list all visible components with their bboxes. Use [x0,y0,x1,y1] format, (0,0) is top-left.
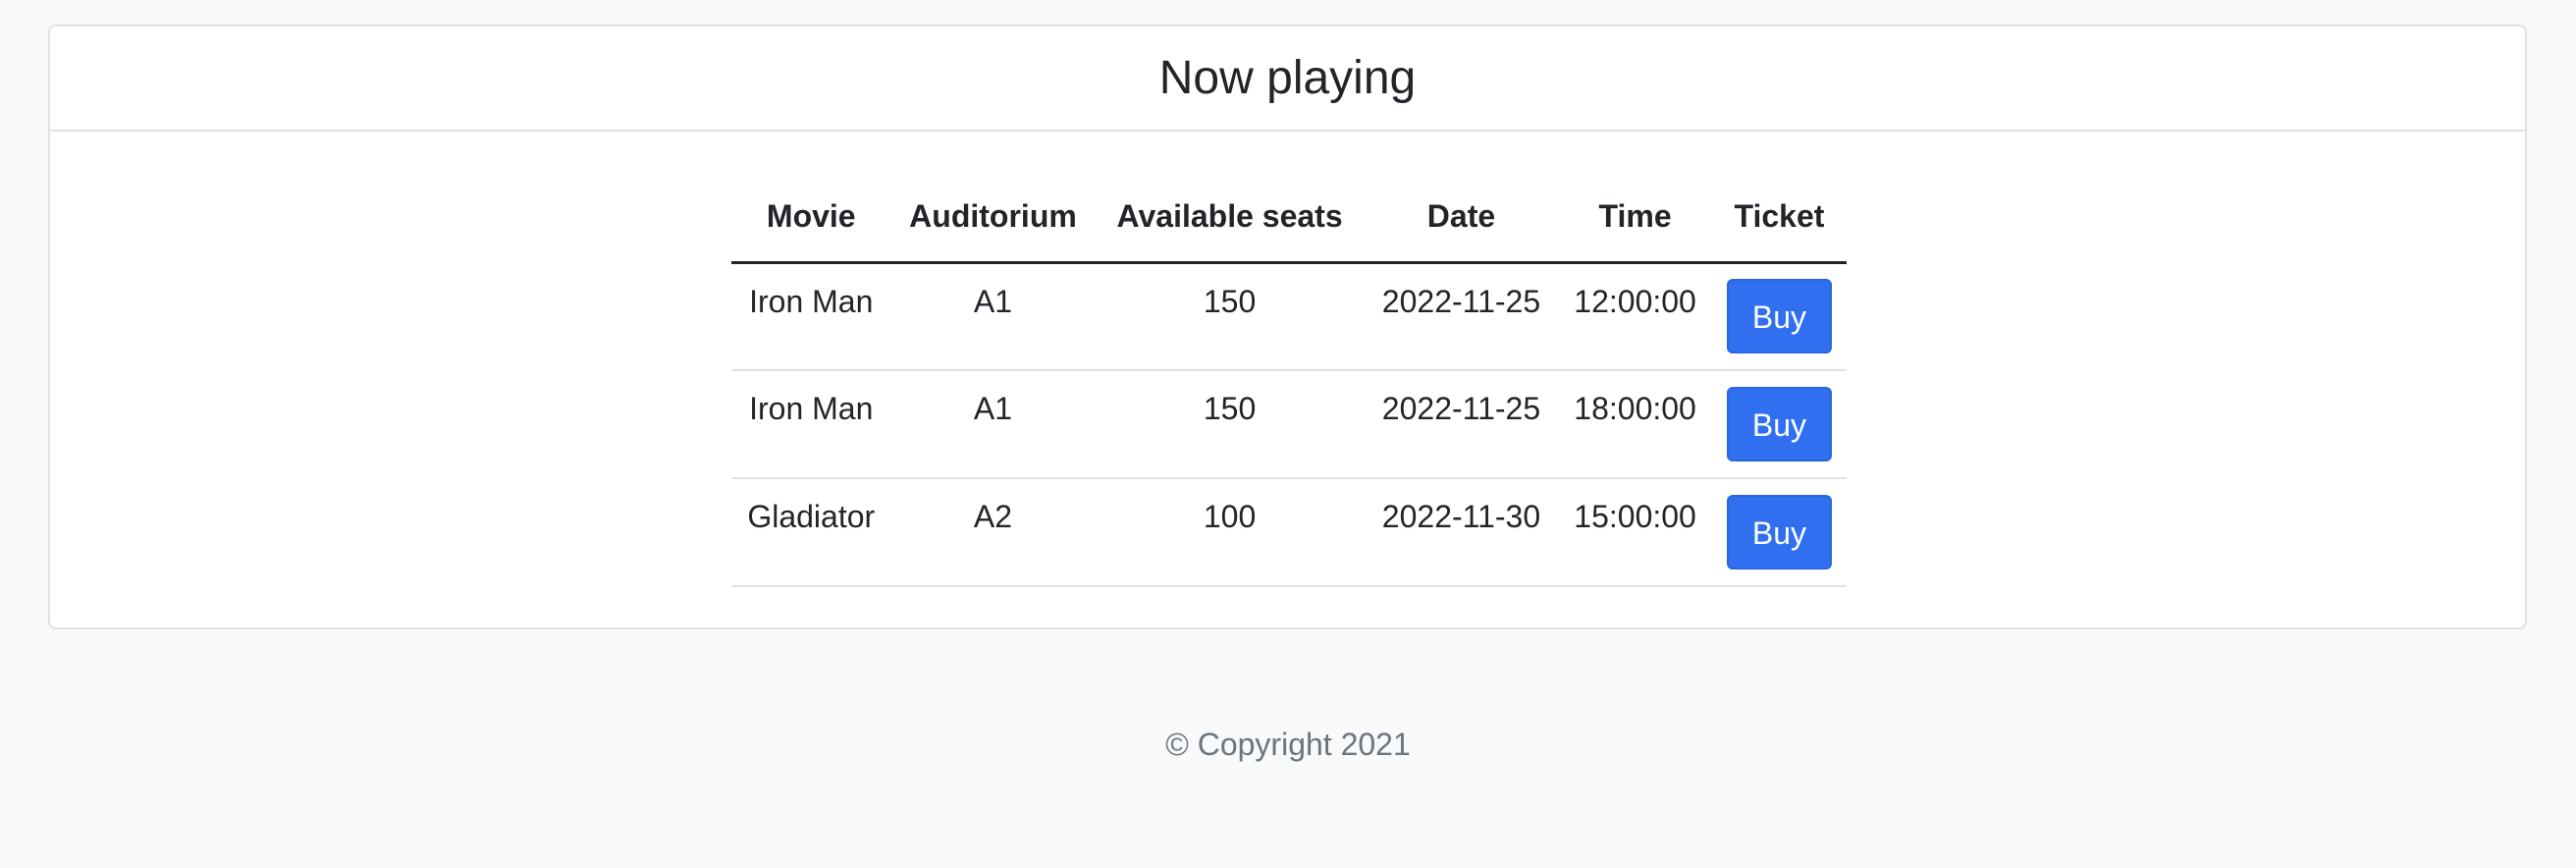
cell-ticket: Buy [1711,370,1847,479]
cell-date: 2022-11-30 [1364,478,1559,587]
buy-button[interactable]: Buy [1726,387,1832,461]
buy-button[interactable]: Buy [1726,495,1832,570]
cell-movie: Iron Man [731,262,891,371]
showtimes-table-wrapper: Movie Auditorium Available seats Date Ti… [731,172,1847,587]
cell-time: 15:00:00 [1558,478,1712,587]
buy-button[interactable]: Buy [1726,279,1832,354]
cell-available-seats: 150 [1095,262,1365,371]
cell-ticket: Buy [1711,262,1847,371]
cell-movie: Gladiator [731,478,891,587]
cell-available-seats: 100 [1095,478,1365,587]
table-body: Iron Man A1 150 2022-11-25 12:00:00 Buy … [731,262,1847,587]
cell-auditorium: A1 [890,370,1096,479]
table-row: Gladiator A2 100 2022-11-30 15:00:00 Buy [731,478,1847,587]
column-header-auditorium: Auditorium [890,172,1096,264]
table-head: Movie Auditorium Available seats Date Ti… [731,172,1847,264]
cell-time: 18:00:00 [1558,370,1712,479]
column-header-movie: Movie [731,172,891,264]
footer-copyright: © Copyright 2021 [1165,727,1411,762]
card-header: Now playing [50,27,2525,132]
table-row: Iron Man A1 150 2022-11-25 18:00:00 Buy [731,370,1847,479]
showtimes-table: Movie Auditorium Available seats Date Ti… [731,172,1847,587]
column-header-date: Date [1364,172,1559,264]
cell-time: 12:00:00 [1558,262,1712,371]
cell-date: 2022-11-25 [1364,262,1559,371]
cell-ticket: Buy [1711,478,1847,587]
column-header-ticket: Ticket [1711,172,1847,264]
cell-auditorium: A2 [890,478,1096,587]
table-row: Iron Man A1 150 2022-11-25 12:00:00 Buy [731,262,1847,371]
table-header-row: Movie Auditorium Available seats Date Ti… [731,172,1847,264]
column-header-available-seats: Available seats [1095,172,1365,264]
page-title: Now playing [1158,51,1417,104]
cell-movie: Iron Man [731,370,891,479]
column-header-time: Time [1558,172,1712,264]
cell-available-seats: 150 [1095,370,1365,479]
now-playing-card: Now playing Movie Auditorium Available s… [48,25,2527,629]
cell-date: 2022-11-25 [1364,370,1559,479]
cell-auditorium: A1 [890,262,1096,371]
